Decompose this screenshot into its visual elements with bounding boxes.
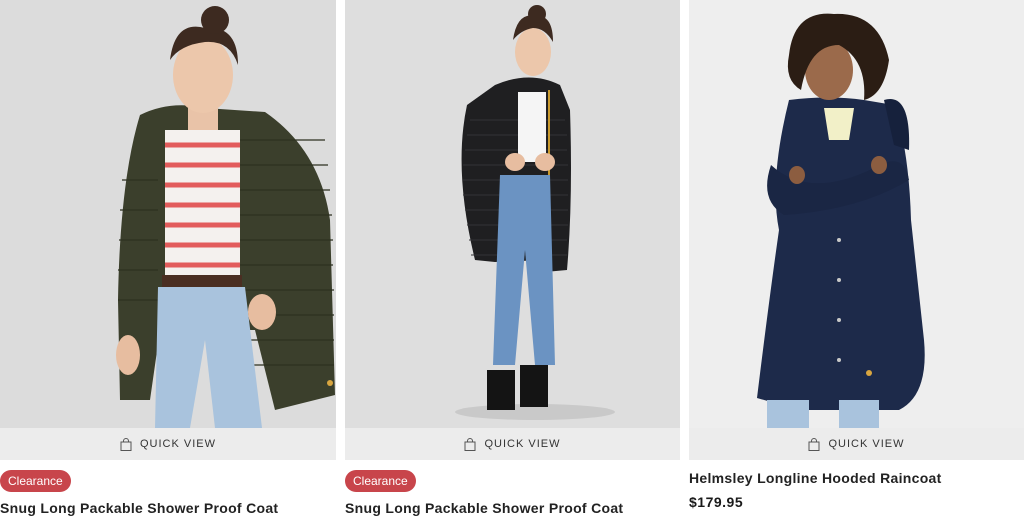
product-card[interactable]: QUICK VIEW Helmsley Longline Hooded Rain… [689,0,1024,510]
product-card[interactable]: QUICK VIEW Clearance Snug Long Packable … [0,0,336,516]
quick-view-label: QUICK VIEW [139,438,216,450]
product-grid: QUICK VIEW Clearance Snug Long Packable … [0,0,1024,520]
quick-view-label: QUICK VIEW [828,438,905,450]
shopping-bag-icon [808,437,820,451]
product-price: $179.95 [689,494,744,510]
clearance-badge: Clearance [345,470,416,492]
product-title[interactable]: Helmsley Longline Hooded Raincoat [689,470,1024,486]
quick-view-button[interactable]: QUICK VIEW [0,428,336,460]
quick-view-button[interactable]: QUICK VIEW [345,428,680,460]
product-image[interactable] [0,0,336,428]
quick-view-button[interactable]: QUICK VIEW [689,428,1024,460]
quick-view-label: QUICK VIEW [484,438,561,450]
product-image[interactable] [689,0,1024,428]
shopping-bag-icon [120,437,132,451]
product-card[interactable]: QUICK VIEW Clearance Snug Long Packable … [345,0,680,516]
clearance-badge: Clearance [0,470,71,492]
product-title[interactable]: Snug Long Packable Shower Proof Coat [0,500,336,516]
shopping-bag-icon [464,437,476,451]
product-title[interactable]: Snug Long Packable Shower Proof Coat [345,500,680,516]
product-image[interactable] [345,0,680,428]
